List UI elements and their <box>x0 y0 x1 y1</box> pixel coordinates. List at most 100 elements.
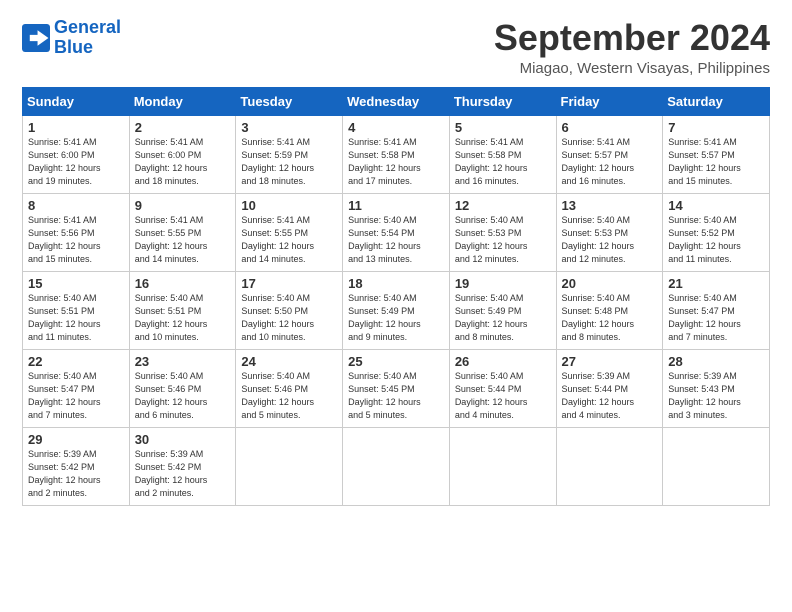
day-number: 11 <box>348 198 445 213</box>
day-number: 9 <box>135 198 232 213</box>
day-info: Sunrise: 5:41 AM Sunset: 6:00 PM Dayligh… <box>28 136 125 188</box>
calendar-cell: 22Sunrise: 5:40 AM Sunset: 5:47 PM Dayli… <box>23 349 130 427</box>
day-number: 7 <box>668 120 765 135</box>
calendar-cell: 19Sunrise: 5:40 AM Sunset: 5:49 PM Dayli… <box>449 271 556 349</box>
calendar-cell: 14Sunrise: 5:40 AM Sunset: 5:52 PM Dayli… <box>663 193 770 271</box>
day-info: Sunrise: 5:41 AM Sunset: 5:57 PM Dayligh… <box>668 136 765 188</box>
calendar-cell: 29Sunrise: 5:39 AM Sunset: 5:42 PM Dayli… <box>23 427 130 505</box>
day-info: Sunrise: 5:41 AM Sunset: 5:55 PM Dayligh… <box>135 214 232 266</box>
col-monday: Monday <box>129 87 236 115</box>
day-number: 3 <box>241 120 338 135</box>
calendar-cell: 6Sunrise: 5:41 AM Sunset: 5:57 PM Daylig… <box>556 115 663 193</box>
col-sunday: Sunday <box>23 87 130 115</box>
day-number: 8 <box>28 198 125 213</box>
day-number: 23 <box>135 354 232 369</box>
day-number: 20 <box>562 276 659 291</box>
day-info: Sunrise: 5:39 AM Sunset: 5:42 PM Dayligh… <box>28 448 125 500</box>
calendar-cell <box>449 427 556 505</box>
day-number: 25 <box>348 354 445 369</box>
day-number: 13 <box>562 198 659 213</box>
day-number: 4 <box>348 120 445 135</box>
calendar-cell: 4Sunrise: 5:41 AM Sunset: 5:58 PM Daylig… <box>343 115 450 193</box>
day-info: Sunrise: 5:40 AM Sunset: 5:46 PM Dayligh… <box>135 370 232 422</box>
day-number: 16 <box>135 276 232 291</box>
day-info: Sunrise: 5:40 AM Sunset: 5:45 PM Dayligh… <box>348 370 445 422</box>
col-tuesday: Tuesday <box>236 87 343 115</box>
day-number: 6 <box>562 120 659 135</box>
calendar-cell: 12Sunrise: 5:40 AM Sunset: 5:53 PM Dayli… <box>449 193 556 271</box>
col-thursday: Thursday <box>449 87 556 115</box>
day-info: Sunrise: 5:41 AM Sunset: 5:59 PM Dayligh… <box>241 136 338 188</box>
calendar-cell: 9Sunrise: 5:41 AM Sunset: 5:55 PM Daylig… <box>129 193 236 271</box>
day-number: 24 <box>241 354 338 369</box>
day-info: Sunrise: 5:40 AM Sunset: 5:44 PM Dayligh… <box>455 370 552 422</box>
logo: General Blue <box>22 18 121 58</box>
day-info: Sunrise: 5:41 AM Sunset: 6:00 PM Dayligh… <box>135 136 232 188</box>
title-area: September 2024 Miagao, Western Visayas, … <box>494 18 770 77</box>
calendar-cell: 27Sunrise: 5:39 AM Sunset: 5:44 PM Dayli… <box>556 349 663 427</box>
calendar-cell: 7Sunrise: 5:41 AM Sunset: 5:57 PM Daylig… <box>663 115 770 193</box>
calendar-cell <box>556 427 663 505</box>
day-info: Sunrise: 5:40 AM Sunset: 5:50 PM Dayligh… <box>241 292 338 344</box>
day-info: Sunrise: 5:41 AM Sunset: 5:56 PM Dayligh… <box>28 214 125 266</box>
header-row: Sunday Monday Tuesday Wednesday Thursday… <box>23 87 770 115</box>
day-info: Sunrise: 5:40 AM Sunset: 5:53 PM Dayligh… <box>562 214 659 266</box>
calendar-cell: 2Sunrise: 5:41 AM Sunset: 6:00 PM Daylig… <box>129 115 236 193</box>
day-number: 19 <box>455 276 552 291</box>
calendar-week-5: 29Sunrise: 5:39 AM Sunset: 5:42 PM Dayli… <box>23 427 770 505</box>
calendar-title: September 2024 <box>494 18 770 58</box>
day-info: Sunrise: 5:41 AM Sunset: 5:57 PM Dayligh… <box>562 136 659 188</box>
day-number: 2 <box>135 120 232 135</box>
calendar-cell: 24Sunrise: 5:40 AM Sunset: 5:46 PM Dayli… <box>236 349 343 427</box>
col-saturday: Saturday <box>663 87 770 115</box>
calendar-cell: 11Sunrise: 5:40 AM Sunset: 5:54 PM Dayli… <box>343 193 450 271</box>
day-info: Sunrise: 5:40 AM Sunset: 5:49 PM Dayligh… <box>348 292 445 344</box>
day-info: Sunrise: 5:39 AM Sunset: 5:43 PM Dayligh… <box>668 370 765 422</box>
calendar-cell <box>663 427 770 505</box>
day-number: 26 <box>455 354 552 369</box>
day-info: Sunrise: 5:40 AM Sunset: 5:52 PM Dayligh… <box>668 214 765 266</box>
calendar-cell: 1Sunrise: 5:41 AM Sunset: 6:00 PM Daylig… <box>23 115 130 193</box>
day-number: 1 <box>28 120 125 135</box>
logo-icon <box>22 24 50 52</box>
day-number: 10 <box>241 198 338 213</box>
day-number: 28 <box>668 354 765 369</box>
day-number: 27 <box>562 354 659 369</box>
calendar-subtitle: Miagao, Western Visayas, Philippines <box>494 60 770 77</box>
calendar-cell <box>236 427 343 505</box>
calendar-week-4: 22Sunrise: 5:40 AM Sunset: 5:47 PM Dayli… <box>23 349 770 427</box>
calendar-cell: 15Sunrise: 5:40 AM Sunset: 5:51 PM Dayli… <box>23 271 130 349</box>
day-number: 5 <box>455 120 552 135</box>
day-number: 18 <box>348 276 445 291</box>
page: General Blue September 2024 Miagao, West… <box>0 0 792 612</box>
day-number: 15 <box>28 276 125 291</box>
day-info: Sunrise: 5:41 AM Sunset: 5:58 PM Dayligh… <box>348 136 445 188</box>
calendar-cell <box>343 427 450 505</box>
calendar-week-3: 15 Sunrise: 5:40 AM Sunset: 5:51 PM Dayli… <box>23 271 770 349</box>
calendar-cell: 8Sunrise: 5:41 AM Sunset: 5:56 PM Daylig… <box>23 193 130 271</box>
calendar-cell: 3Sunrise: 5:41 AM Sunset: 5:59 PM Daylig… <box>236 115 343 193</box>
day-info: Sunrise: 5:41 AM Sunset: 5:55 PM Dayligh… <box>241 214 338 266</box>
calendar-cell: 16Sunrise: 5:40 AM Sunset: 5:51 PM Dayli… <box>129 271 236 349</box>
calendar-cell: 20Sunrise: 5:40 AM Sunset: 5:48 PM Dayli… <box>556 271 663 349</box>
calendar-cell: 10Sunrise: 5:41 AM Sunset: 5:55 PM Dayli… <box>236 193 343 271</box>
calendar-week-1: 1Sunrise: 5:41 AM Sunset: 6:00 PM Daylig… <box>23 115 770 193</box>
day-info: Sunrise: 5:40 AM Sunset: 5:49 PM Dayligh… <box>455 292 552 344</box>
day-info: Sunrise: 5:40 AM Sunset: 5:51 PM Dayligh… <box>135 292 232 344</box>
day-number: 12 <box>455 198 552 213</box>
calendar-week-2: 8Sunrise: 5:41 AM Sunset: 5:56 PM Daylig… <box>23 193 770 271</box>
header: General Blue September 2024 Miagao, West… <box>22 18 770 77</box>
day-number: 14 <box>668 198 765 213</box>
day-number: 21 <box>668 276 765 291</box>
day-number: 22 <box>28 354 125 369</box>
calendar-cell: 26Sunrise: 5:40 AM Sunset: 5:44 PM Dayli… <box>449 349 556 427</box>
day-info: Sunrise: 5:40 AM Sunset: 5:54 PM Dayligh… <box>348 214 445 266</box>
day-info: Sunrise: 5:40 AM Sunset: 5:46 PM Dayligh… <box>241 370 338 422</box>
day-info: Sunrise: 5:40 AM Sunset: 5:48 PM Dayligh… <box>562 292 659 344</box>
day-info: Sunrise: 5:40 AM Sunset: 5:47 PM Dayligh… <box>668 292 765 344</box>
calendar-cell: 17Sunrise: 5:40 AM Sunset: 5:50 PM Dayli… <box>236 271 343 349</box>
calendar-cell: 25Sunrise: 5:40 AM Sunset: 5:45 PM Dayli… <box>343 349 450 427</box>
calendar-cell: 21Sunrise: 5:40 AM Sunset: 5:47 PM Dayli… <box>663 271 770 349</box>
day-number: 17 <box>241 276 338 291</box>
calendar-table: Sunday Monday Tuesday Wednesday Thursday… <box>22 87 770 506</box>
